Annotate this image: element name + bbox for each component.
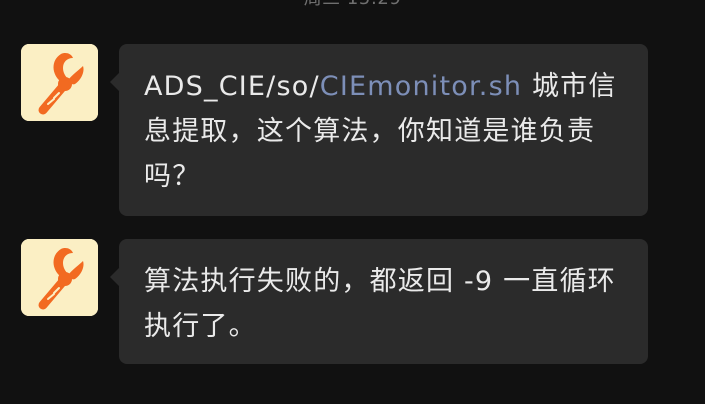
message-timestamp: 周三 15:29 [0,0,705,10]
file-link[interactable]: CIEmonitor.sh [320,71,522,102]
avatar[interactable] [21,239,98,316]
message-text-prefix: ADS_CIE/so/ [144,71,320,102]
avatar[interactable] [21,44,98,121]
chat-screen: 周三 15:29 ADS_CIE/so/CIEmonitor.sh 城市信息提取… [0,0,705,404]
message-text: 算法执行失败的，都返回 -9 一直循环执行了。 [144,266,616,342]
message-bubble[interactable]: 算法执行失败的，都返回 -9 一直循环执行了。 [110,239,648,364]
lobster-claw-icon [21,239,98,316]
message-bubble[interactable]: ADS_CIE/so/CIEmonitor.sh 城市信息提取，这个算法，你知道… [110,44,648,216]
lobster-claw-icon [21,44,98,121]
